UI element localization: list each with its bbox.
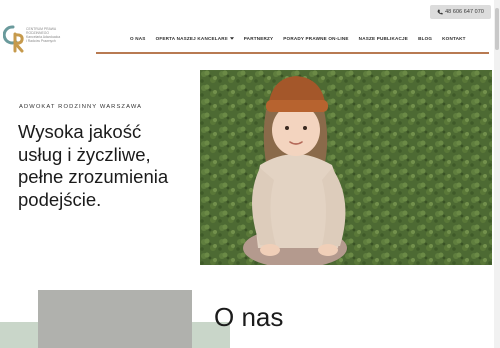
phone-icon (437, 9, 443, 15)
about-section-title: O nas (214, 302, 284, 332)
hero-eyebrow: ADWOKAT RODZINNY WARSZAWA (19, 104, 143, 110)
nav-item-o-nas[interactable]: O NAS (130, 36, 146, 41)
phone-number: 48 606 647 070 (445, 9, 484, 15)
nav-item-oferta[interactable]: OFERTA NASZEJ KANCELARII (156, 36, 234, 41)
chevron-down-icon (229, 37, 234, 40)
headline-line: pełne zrozumienia (18, 166, 169, 188)
logo-line: i Radców Prawnych (26, 39, 56, 44)
nav-label: NASZE PUBLIKACJE (358, 36, 409, 41)
nav-item-partnerzy[interactable]: PARTNERZY (244, 36, 274, 41)
hero-image (200, 70, 492, 265)
headline-line: podejście. (18, 188, 102, 210)
nav-label: PORADY PRAWNE ON-LINE (283, 36, 349, 41)
headline-line: usług i życzliwe, (18, 143, 151, 165)
nav-item-blog[interactable]: BLOG (418, 36, 432, 41)
child-on-grass-illustration (200, 70, 492, 265)
nav-divider (96, 52, 489, 54)
about-section-image (38, 290, 192, 348)
scrollbar-thumb[interactable] (495, 8, 499, 50)
logo-text[interactable]: CENTRUM PRAWA RODZINNEGO Kancelaria Adwo… (26, 27, 86, 43)
nav-item-porady[interactable]: PORADY PRAWNE ON-LINE (283, 36, 348, 41)
nav-item-publikacje[interactable]: NASZE PUBLIKACJE (359, 36, 408, 41)
main-navigation: O NAS OFERTA NASZEJ KANCELARII PARTNERZY… (130, 36, 466, 41)
scrollbar-track[interactable] (494, 0, 500, 348)
nav-label: BLOG (418, 36, 433, 41)
phone-button[interactable]: 48 606 647 070 (430, 5, 491, 19)
nav-label: KONTAKT (442, 36, 466, 41)
nav-item-kontakt[interactable]: KONTAKT (442, 36, 466, 41)
hero-headline: Wysoka jakość usług i życzliwe, pełne zr… (18, 121, 198, 211)
headline-line: Wysoka jakość (18, 121, 142, 142)
nav-label: O NAS (130, 36, 146, 41)
nav-label: PARTNERZY (243, 36, 274, 41)
nav-label: OFERTA NASZEJ KANCELARII (155, 36, 228, 41)
